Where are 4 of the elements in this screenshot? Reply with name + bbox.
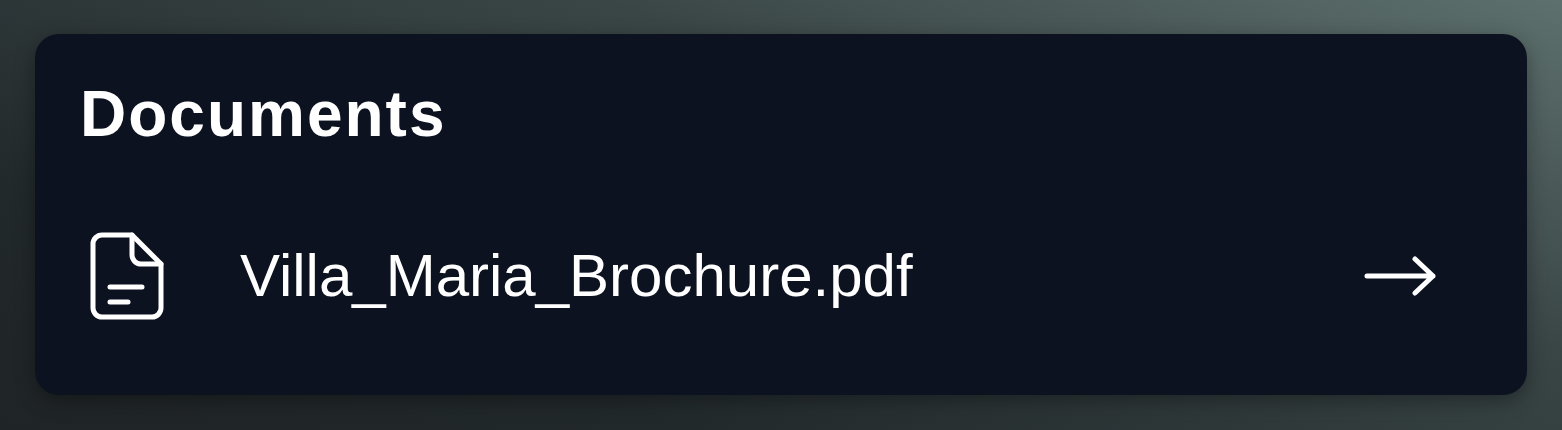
arrow-icon[interactable] xyxy=(1364,256,1438,296)
document-icon xyxy=(88,232,164,320)
document-link[interactable]: Villa_Maria_Brochure.pdf xyxy=(240,240,1364,312)
card-title: Documents xyxy=(80,78,448,150)
